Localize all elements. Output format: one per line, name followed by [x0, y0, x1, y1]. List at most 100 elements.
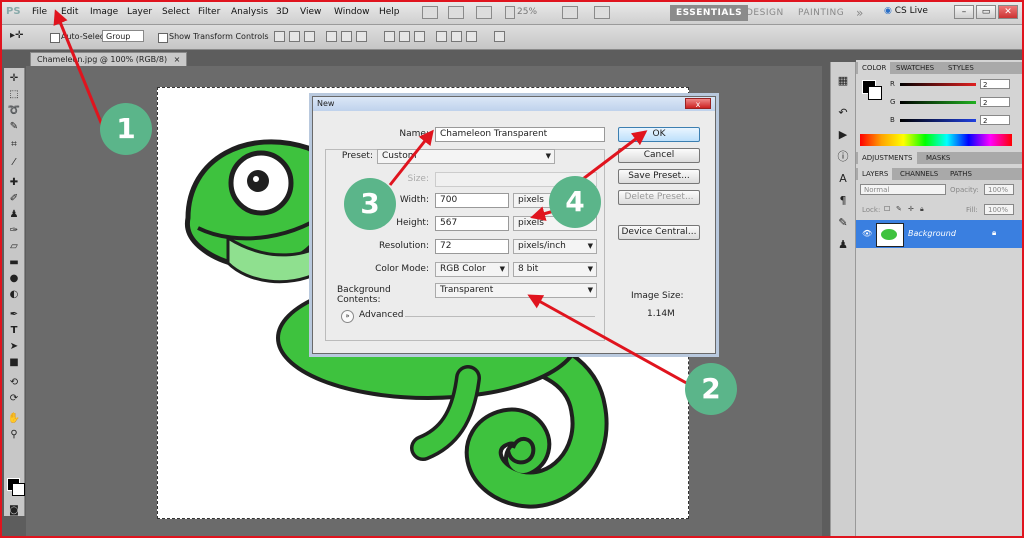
resolution-input[interactable]: 72 — [435, 239, 509, 254]
tab-color[interactable]: COLOR — [858, 62, 891, 74]
move-tool-icon[interactable]: ▸✛ — [10, 30, 23, 41]
height-input[interactable]: 567 — [435, 216, 509, 231]
blend-mode-dropdown[interactable]: Normal — [860, 184, 946, 195]
menu-analysis[interactable]: Analysis — [231, 7, 268, 17]
minimize-button[interactable]: – — [954, 5, 974, 19]
history-brush-tool-icon[interactable]: ✑ — [7, 224, 21, 237]
distribute-top-icon[interactable] — [384, 31, 395, 42]
distribute-vcenter-icon[interactable] — [399, 31, 410, 42]
tab-masks[interactable]: MASKS — [922, 152, 954, 164]
menu-layer[interactable]: Layer — [127, 7, 152, 17]
healing-brush-tool-icon[interactable]: ✚ — [7, 176, 21, 189]
align-right-icon[interactable] — [356, 31, 367, 42]
info-panel-icon[interactable]: ⓘ — [836, 150, 850, 163]
auto-align-icon[interactable] — [494, 31, 505, 42]
resolution-unit-dropdown[interactable]: pixels/inch ▼ — [513, 239, 597, 254]
lock-position-icon[interactable]: ✛ — [908, 205, 914, 213]
align-hcenter-icon[interactable] — [341, 31, 352, 42]
document-tab[interactable]: Chameleon.jpg @ 100% (RGB/8) × — [30, 52, 188, 67]
tab-styles[interactable]: STYLES — [944, 62, 978, 74]
mini-bridge-panel-icon[interactable]: ▦ — [836, 74, 850, 87]
bit-depth-dropdown[interactable]: 8 bit ▼ — [513, 262, 597, 277]
mini-bridge-icon[interactable] — [448, 6, 464, 19]
distribute-right-icon[interactable] — [466, 31, 477, 42]
eraser-tool-icon[interactable]: ▱ — [7, 240, 21, 253]
quick-mask-icon[interactable]: ◙ — [7, 504, 21, 517]
auto-select-dropdown[interactable]: Group — [102, 30, 144, 42]
3d-orbit-tool-icon[interactable]: ⟳ — [7, 392, 21, 405]
slider-b-value[interactable]: 2 — [980, 115, 1010, 125]
menu-view[interactable]: View — [300, 7, 321, 17]
slider-g-track[interactable] — [900, 101, 976, 104]
eyedropper-tool-icon[interactable]: ⁄ — [7, 156, 21, 169]
workspace-more-icon[interactable]: » — [850, 5, 870, 21]
path-select-tool-icon[interactable]: ➤ — [7, 340, 21, 353]
marquee-tool-icon[interactable]: ⬚ — [7, 88, 21, 101]
dialog-close-button[interactable]: x — [685, 98, 711, 109]
fill-field[interactable]: 100% — [984, 204, 1014, 215]
type-tool-icon[interactable]: T — [7, 324, 21, 337]
workspace-design[interactable]: DESIGN — [740, 5, 790, 21]
bg-contents-dropdown[interactable]: Transparent ▼ — [435, 283, 597, 298]
slider-g-value[interactable]: 2 — [980, 97, 1010, 107]
workspace-essentials[interactable]: ESSENTIALS — [670, 5, 749, 21]
lock-transparent-icon[interactable]: ☐ — [884, 205, 890, 213]
color-spectrum-bar[interactable] — [860, 134, 1012, 146]
gradient-tool-icon[interactable]: ▬ — [7, 256, 21, 269]
document-tab-close-icon[interactable]: × — [174, 55, 181, 64]
zoom-tool-icon[interactable]: ⚲ — [7, 428, 21, 441]
menu-3d[interactable]: 3D — [276, 7, 289, 17]
view-extras-icon[interactable] — [476, 6, 492, 19]
menu-window[interactable]: Window — [334, 7, 370, 17]
paragraph-panel-icon[interactable]: ¶ — [836, 194, 850, 207]
lasso-tool-icon[interactable]: ➰ — [7, 104, 21, 117]
advanced-label[interactable]: Advanced — [359, 310, 403, 320]
cs-live-button[interactable]: ◉ CS Live — [884, 6, 928, 16]
menu-select[interactable]: Select — [162, 7, 190, 17]
distribute-hcenter-icon[interactable] — [451, 31, 462, 42]
advanced-toggle-icon[interactable]: » — [341, 310, 354, 323]
restore-button[interactable]: ▭ — [976, 5, 996, 19]
character-panel-icon[interactable]: A — [836, 172, 850, 185]
tab-channels[interactable]: CHANNELS — [896, 168, 942, 180]
shape-tool-icon[interactable]: ■ — [7, 356, 21, 369]
actions-panel-icon[interactable]: ▶ — [836, 128, 850, 141]
brush-presets-panel-icon[interactable]: ✎ — [836, 216, 850, 229]
opacity-field[interactable]: 100% — [984, 184, 1014, 195]
auto-select-checkbox[interactable] — [50, 33, 60, 43]
menu-file[interactable]: File — [32, 7, 47, 17]
slider-r-value[interactable]: 2 — [980, 79, 1010, 89]
quick-select-tool-icon[interactable]: ✎ — [7, 120, 21, 133]
blur-tool-icon[interactable]: ● — [7, 272, 21, 285]
cancel-button[interactable]: Cancel — [618, 148, 700, 163]
clone-stamp-tool-icon[interactable]: ♟ — [7, 208, 21, 221]
clone-source-panel-icon[interactable]: ♟ — [836, 238, 850, 251]
slider-b-track[interactable] — [900, 119, 976, 122]
zoom-dropdown-icon[interactable] — [505, 6, 515, 19]
tab-adjustments[interactable]: ADJUSTMENTS — [858, 152, 917, 164]
color-mode-dropdown[interactable]: RGB Color ▼ — [435, 262, 509, 277]
dodge-tool-icon[interactable]: ◐ — [7, 288, 21, 301]
lock-all-icon[interactable]: 🔒︎ — [920, 205, 924, 214]
align-left-icon[interactable] — [326, 31, 337, 42]
preset-dropdown[interactable]: Custom ▼ — [377, 149, 555, 164]
bridge-icon[interactable] — [422, 6, 438, 19]
delete-preset-button[interactable]: Delete Preset... — [618, 190, 700, 205]
zoom-level[interactable]: 25% — [517, 7, 537, 17]
close-button[interactable]: ✕ — [998, 5, 1018, 19]
layer-row-background[interactable]: 👁︎ Background 🔒︎ — [856, 220, 1022, 248]
layer-visibility-eye-icon[interactable]: 👁︎ — [862, 229, 872, 238]
menu-image[interactable]: Image — [90, 7, 118, 17]
distribute-bottom-icon[interactable] — [414, 31, 425, 42]
pen-tool-icon[interactable]: ✒ — [7, 308, 21, 321]
brush-tool-icon[interactable]: ✐ — [7, 192, 21, 205]
arrange-documents-icon[interactable] — [562, 6, 578, 19]
name-input[interactable]: Chameleon Transparent — [435, 127, 605, 142]
device-central-button[interactable]: Device Central... — [618, 225, 700, 240]
panel-background-swatch[interactable] — [868, 86, 882, 100]
move-tool-icon[interactable]: ✛ — [7, 72, 21, 85]
menu-filter[interactable]: Filter — [198, 7, 220, 17]
show-transform-checkbox[interactable] — [158, 33, 168, 43]
ok-button[interactable]: OK — [618, 127, 700, 142]
history-panel-icon[interactable]: ↶ — [836, 106, 850, 119]
